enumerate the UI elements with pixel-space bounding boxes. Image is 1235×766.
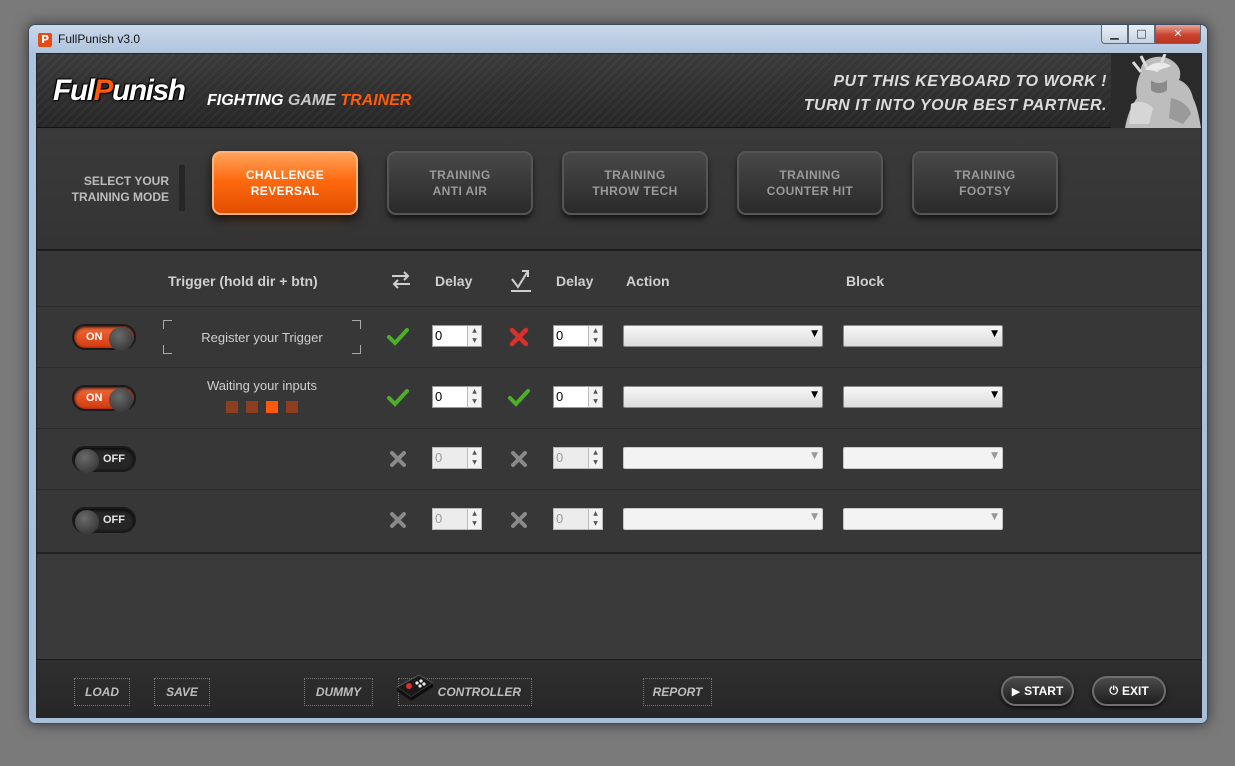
cross-gray-icon[interactable] (386, 447, 410, 471)
toggle-knob (75, 449, 99, 473)
row-toggle[interactable]: ON (72, 385, 136, 412)
header-delay-2: Delay (556, 273, 594, 289)
delay-1-input[interactable]: 0 ▲ ▼ (432, 386, 482, 408)
fighter-illustration (1111, 54, 1201, 128)
tagline: FIGHTING GAME TRAINER (207, 92, 412, 109)
check-icon[interactable] (507, 386, 531, 410)
swap-arrows-icon (388, 267, 414, 293)
reversal-table: Trigger (hold dir + btn) Delay Delay Act… (37, 253, 1201, 554)
arcade-stick-icon (395, 671, 435, 703)
controller-button[interactable]: CONTROLLER (396, 674, 532, 706)
header-trigger: Trigger (hold dir + btn) (168, 273, 318, 289)
dummy-button[interactable]: DUMMY (304, 678, 373, 706)
action-select[interactable]: ▼ (623, 447, 823, 469)
cross-gray-icon[interactable] (386, 508, 410, 532)
row-toggle[interactable]: OFF (72, 507, 136, 534)
client-area: FulPunish FIGHTING GAME TRAINER PUT THIS… (36, 53, 1202, 718)
table-row: OFF 0 ▲ ▼ 0 ▲ ▼ ▼ ▼ (37, 489, 1201, 549)
block-select[interactable]: ▼ (843, 386, 1003, 408)
delay-2-input[interactable]: 0 ▲ ▼ (553, 325, 603, 347)
delay-2-input[interactable]: 0 ▲ ▼ (553, 447, 603, 469)
slogan-line-1: PUT THIS KEYBOARD TO WORK ! (833, 73, 1107, 90)
training-mode-label: SELECT YOUR TRAINING MODE (71, 174, 169, 204)
mode-separator (179, 165, 185, 211)
toggle-knob (109, 327, 133, 351)
row-toggle[interactable]: ON (72, 324, 136, 351)
delay-1-input[interactable]: 0 ▲ ▼ (432, 325, 482, 347)
header-action: Action (626, 273, 670, 289)
maximize-button[interactable]: □ (1128, 25, 1155, 44)
app-window: P FullPunish v3.0 ▁ □ ✕ FulPunish FIGHTI… (28, 24, 1208, 724)
footer-toolbar: LOAD SAVE DUMMY CONTROLLER REPORT ▶ STAR… (37, 659, 1201, 717)
table-row: ON Waiting your inputs 0 ▲ ▼ 0 ▲ ▼ ▼ ▼ (37, 367, 1201, 427)
delay-1-input[interactable]: 0 ▲ ▼ (432, 508, 482, 530)
window-title: FullPunish v3.0 (58, 32, 141, 46)
power-icon: ⏻ (1109, 684, 1119, 697)
table-row: ON Register your Trigger 0 ▲ ▼ 0 ▲ ▼ ▼ ▼ (37, 306, 1201, 366)
header-delay-1: Delay (435, 273, 473, 289)
check-icon[interactable] (386, 325, 410, 349)
delay-2-input[interactable]: 0 ▲ ▼ (553, 386, 603, 408)
header-banner: FulPunish FIGHTING GAME TRAINER PUT THIS… (37, 54, 1201, 128)
slogan-line-2: TURN IT INTO YOUR BEST PARTNER. (803, 97, 1107, 114)
action-select[interactable]: ▼ (623, 386, 823, 408)
up-arrow-check-icon (508, 267, 534, 293)
table-row: OFF 0 ▲ ▼ 0 ▲ ▼ ▼ ▼ (37, 428, 1201, 488)
play-icon: ▶ (1011, 684, 1021, 698)
cross-red-icon[interactable] (507, 325, 531, 349)
mode-footsy-button[interactable]: TRAINING FOOTSY (912, 151, 1058, 215)
close-button[interactable]: ✕ (1155, 25, 1201, 44)
input-progress-dots (226, 401, 306, 413)
register-trigger-box[interactable]: Register your Trigger (163, 320, 361, 354)
block-select[interactable]: ▼ (843, 325, 1003, 347)
waiting-inputs-label: Waiting your inputs (206, 378, 318, 393)
content-empty-area (37, 555, 1201, 659)
logo: FulPunish (53, 74, 186, 107)
toggle-knob (75, 510, 99, 534)
mode-counter-hit-button[interactable]: TRAINING COUNTER HIT (737, 151, 883, 215)
minimize-button[interactable]: ▁ (1101, 25, 1128, 44)
trigger-label: Register your Trigger (201, 329, 323, 345)
delay-2-input[interactable]: 0 ▲ ▼ (553, 508, 603, 530)
mode-challenge-reversal-button[interactable]: CHALLENGE REVERSAL (212, 151, 358, 215)
delay-1-input[interactable]: 0 ▲ ▼ (432, 447, 482, 469)
row-toggle[interactable]: OFF (72, 446, 136, 473)
load-button[interactable]: LOAD (74, 678, 130, 706)
report-button[interactable]: REPORT (643, 678, 712, 706)
check-icon[interactable] (386, 386, 410, 410)
block-select[interactable]: ▼ (843, 447, 1003, 469)
header-block: Block (846, 273, 885, 289)
table-divider (37, 552, 1201, 554)
training-mode-bar: SELECT YOUR TRAINING MODE CHALLENGE REVE… (37, 129, 1201, 251)
app-icon: P (38, 33, 52, 47)
title-bar[interactable]: P FullPunish v3.0 ▁ □ ✕ (29, 25, 1207, 53)
save-button[interactable]: SAVE (154, 678, 210, 706)
action-select[interactable]: ▼ (623, 508, 823, 530)
exit-button[interactable]: ⏻ EXIT (1092, 676, 1166, 706)
cross-gray-icon[interactable] (507, 447, 531, 471)
action-select[interactable]: ▼ (623, 325, 823, 347)
block-select[interactable]: ▼ (843, 508, 1003, 530)
cross-gray-icon[interactable] (507, 508, 531, 532)
toggle-knob (109, 388, 133, 412)
start-button[interactable]: ▶ START (1001, 676, 1074, 706)
window-controls: ▁ □ ✕ (1101, 25, 1201, 45)
mode-throw-tech-button[interactable]: TRAINING THROW TECH (562, 151, 708, 215)
slogan: PUT THIS KEYBOARD TO WORK ! TURN IT INTO… (804, 70, 1107, 118)
mode-anti-air-button[interactable]: TRAINING ANTI AIR (387, 151, 533, 215)
